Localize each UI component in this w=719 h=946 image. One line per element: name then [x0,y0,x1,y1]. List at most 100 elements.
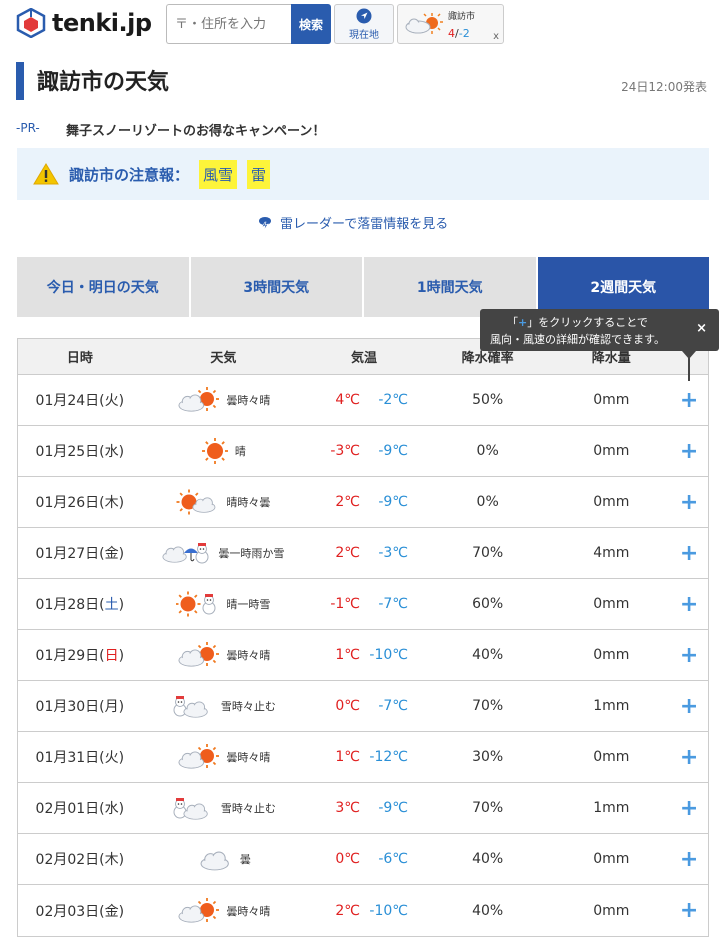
row-temperature: 1℃ -12℃ [305,749,423,765]
history-city-card[interactable]: 諏訪市 4/-2 x [397,4,504,44]
row-expand-plus-icon[interactable]: + [670,694,708,719]
table-row: 01月26日(木) 晴時々曇 2℃ -9℃ 0% 0mm + [18,477,708,528]
row-precip-prob: 30% [472,749,504,765]
row-date-text: 01月31日( [35,750,105,766]
row-day-of-week: 月 [104,699,119,715]
row-weather-text: 曇時々晴 [226,649,271,662]
row-day-of-week: 火 [104,393,119,409]
row-date-close-paren: ) [118,648,125,664]
snow-cloudy-icon [171,795,215,821]
row-expand-plus-icon[interactable]: + [670,439,708,464]
row-date-text: 02月02日( [35,852,105,868]
warning-label: 諏訪市の注意報： [69,165,190,184]
table-row: 01月25日(水) 晴 -3℃ -9℃ 0% 0mm + [18,426,708,477]
row-temperature: 4℃ -2℃ [305,392,423,408]
row-date: 02月01日(水) [18,798,142,818]
tooltip-line-1-text: 」をクリックすることで [527,316,648,329]
row-low-temp: -10℃ [369,647,408,663]
tab-2-week[interactable]: 2週間天気 [537,257,709,317]
row-weather: 雪時々止む [142,693,306,719]
row-expand-plus-icon[interactable]: + [670,847,708,872]
row-high-temp: 2℃ [335,545,360,561]
row-precip-amount: 1mm [593,800,630,816]
row-date-close-paren: ) [118,750,125,766]
row-date-close-paren: ) [118,903,125,920]
tooltip-line-2: 風向・風速の詳細が確認できます。 [490,333,665,346]
row-precip-prob: 60% [472,596,504,612]
row-low-temp: -10℃ [369,902,408,919]
row-day-of-week: 土 [104,597,119,613]
row-expand-plus-icon[interactable]: + [670,592,708,617]
row-date-close-paren: ) [118,495,125,511]
row-expand-plus-icon[interactable]: + [670,745,708,770]
history-close-button[interactable]: x [493,31,499,42]
row-precip-prob: 0% [476,494,499,510]
row-low-temp: -6℃ [378,851,408,867]
current-location-button[interactable]: 現在地 [334,4,394,44]
row-precip-prob: 70% [472,698,504,714]
row-weather: 晴一時雪 [142,591,306,617]
history-hi-temp: 4 [448,27,455,40]
row-precip-prob: 40% [472,851,504,867]
pr-link[interactable]: 舞子スノーリゾートのお得なキャンペーン！ [66,120,325,139]
row-weather: 晴 [142,438,306,464]
row-high-temp: -3℃ [330,443,360,459]
row-high-temp: 2℃ [335,902,360,919]
site-logo[interactable]: tenki.jp [16,8,152,38]
row-expand-plus-icon[interactable]: + [670,898,708,923]
row-weather: 曇時々晴 [142,744,306,770]
tooltip-plus-symbol: + [518,316,528,329]
row-expand-plus-icon[interactable]: + [670,796,708,821]
table-row: 02月03日(金) 曇時々晴 2℃ -10℃ 40% 0mm + [18,885,708,936]
row-expand-plus-icon[interactable]: + [670,541,708,566]
search-input[interactable] [166,4,291,44]
row-weather: 曇時々晴 [142,387,306,413]
lightning-icon [259,216,271,230]
row-precip-amount: 0mm [593,851,630,867]
row-weather-text: 曇時々晴 [226,904,271,918]
warning-box: 諏訪市の注意報： 風雪 雷 [17,148,709,200]
table-row: 01月24日(火) 曇時々晴 4℃ -2℃ 50% 0mm + [18,375,708,426]
tooltip-pointer-line [688,351,690,381]
row-date-close-paren: ) [118,393,125,409]
row-high-temp: 2℃ [335,494,360,510]
tab-3-hour[interactable]: 3時間天気 [190,257,364,317]
row-expand-plus-icon[interactable]: + [670,490,708,515]
row-low-temp: -7℃ [378,596,408,612]
row-day-of-week: 水 [104,444,119,460]
row-expand-plus-icon[interactable]: + [670,388,708,413]
row-day-of-week: 金 [104,903,119,920]
lightning-radar-link[interactable]: 雷レーダーで落雷情報を見る [258,213,448,232]
row-day-of-week: 日 [104,648,119,664]
row-date: 02月02日(木) [18,849,142,869]
warning-icon [33,163,59,185]
row-weather-text: 曇一時雨か雪 [218,547,285,560]
row-date-text: 01月26日( [35,495,105,511]
warning-tag-thunder[interactable]: 雷 [247,159,271,189]
pr-label: -PR- [16,121,40,135]
warning-tag-wind-snow[interactable]: 風雪 [199,159,238,189]
row-high-temp: 4℃ [335,392,360,408]
tooltip-close-button[interactable]: × [696,321,707,336]
row-precip-amount: 0mm [593,647,630,663]
search-form: 検索 [166,4,331,44]
tab-1-hour[interactable]: 1時間天気 [364,257,538,317]
row-precip-prob: 70% [472,545,504,561]
row-expand-plus-icon[interactable]: + [670,643,708,668]
header-date: 日時 [66,351,93,366]
row-weather-text: 晴時々曇 [226,496,271,509]
cloudy-sunny-icon [176,744,220,770]
search-button[interactable]: 検索 [291,4,331,44]
row-low-temp: -9℃ [378,494,408,510]
row-date-close-paren: ) [118,699,125,715]
row-precip-prob: 40% [472,647,504,663]
row-low-temp: -3℃ [378,545,408,561]
tab-today-tomorrow[interactable]: 今日・明日の天気 [17,257,191,317]
history-lo-temp: -2 [458,27,470,40]
current-location-label: 現在地 [349,29,379,41]
cloudy-sunny-icon [176,897,220,924]
table-row: 01月31日(火) 曇時々晴 1℃ -12℃ 30% 0mm + [18,732,708,783]
row-date-close-paren: ) [118,801,125,817]
row-date-text: 01月24日( [35,393,105,409]
row-weather-text: 晴 [234,445,246,458]
